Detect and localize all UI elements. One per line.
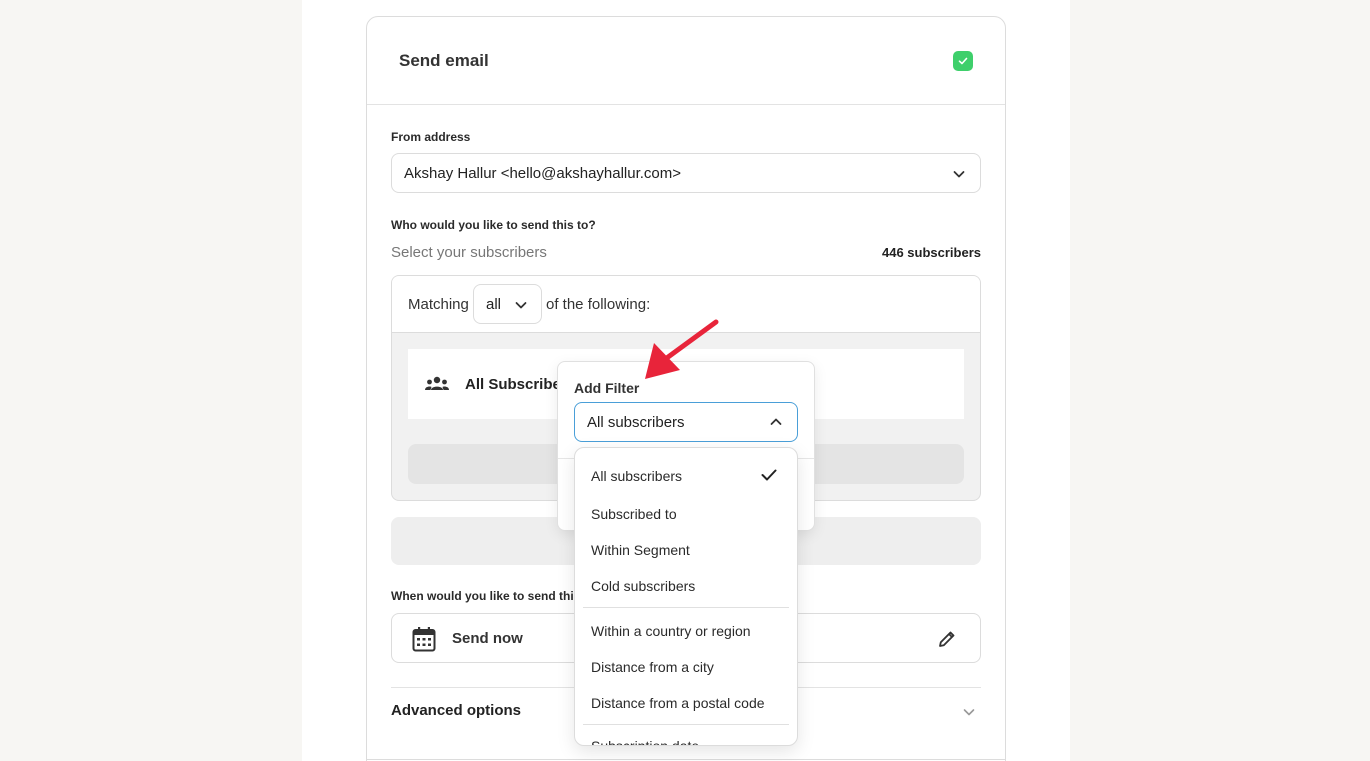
card-footer-border [367, 759, 1005, 760]
menu-divider [583, 607, 789, 608]
filter-type-menu: All subscribers Subscribed to Within Seg… [574, 447, 798, 746]
menu-divider [583, 724, 789, 725]
card-header: Send email [367, 17, 1005, 105]
recipients-label: Who would you like to send this to? [391, 218, 596, 232]
checkmark-icon [761, 469, 777, 481]
recipients-helper: Select your subscribers [391, 244, 547, 261]
menu-item-cold-subscribers[interactable]: Cold subscribers [591, 578, 695, 594]
chevron-down-icon[interactable] [962, 705, 976, 719]
menu-item-subscribed-to[interactable]: Subscribed to [591, 506, 677, 522]
menu-item-within-segment[interactable]: Within Segment [591, 542, 690, 558]
calendar-icon [412, 627, 436, 652]
menu-item-country-region[interactable]: Within a country or region [591, 623, 751, 639]
matching-select[interactable]: all [473, 284, 542, 324]
filter-type-select[interactable]: All subscribers [574, 402, 798, 442]
chevron-down-icon [953, 171, 965, 178]
popover-title: Add Filter [574, 380, 640, 396]
from-address-value: Akshay Hallur <hello@akshayhallur.com> [404, 165, 682, 182]
users-group-icon [425, 376, 449, 390]
menu-item-subscription-date[interactable]: Subscription date [591, 738, 699, 745]
filter-type-value: All subscribers [587, 414, 685, 431]
edit-pencil-icon[interactable] [938, 630, 956, 648]
of-following-label: of the following: [546, 296, 651, 313]
matching-value: all [486, 296, 502, 313]
advanced-options-toggle[interactable]: Advanced options [391, 702, 521, 719]
annotation-arrow-icon [645, 319, 719, 379]
schedule-value: Send now [452, 630, 523, 647]
menu-item-all-subscribers[interactable]: All subscribers [591, 468, 682, 484]
card-title: Send email [399, 51, 489, 70]
from-address-label: From address [391, 130, 471, 144]
chevron-up-icon [770, 418, 782, 425]
complete-check-icon [953, 51, 973, 71]
from-address-select[interactable]: Akshay Hallur <hello@akshayhallur.com> [391, 153, 981, 193]
chevron-down-icon [515, 302, 527, 309]
schedule-label: When would you like to send this? [391, 589, 588, 603]
subscriber-count: 446 subscribers [881, 245, 981, 260]
menu-item-distance-postal-code[interactable]: Distance from a postal code [591, 695, 765, 711]
matching-label: Matching [408, 296, 469, 313]
menu-item-distance-city[interactable]: Distance from a city [591, 659, 714, 675]
